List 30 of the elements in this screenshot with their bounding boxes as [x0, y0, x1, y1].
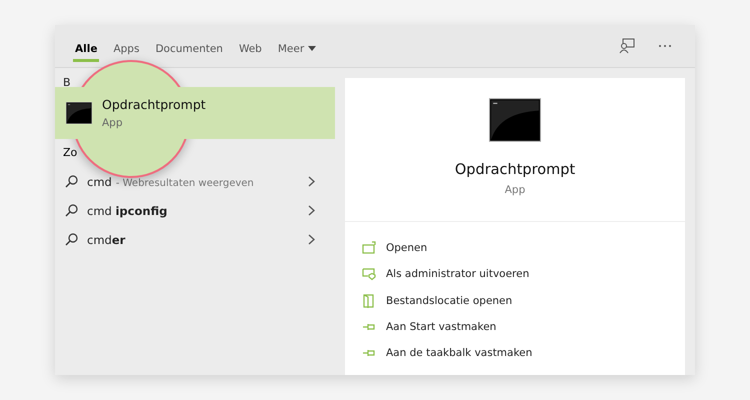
action-item[interactable]: Openen — [345, 235, 685, 262]
suggestion-item[interactable]: cmder — [55, 225, 335, 254]
tab[interactable]: Apps — [111, 38, 142, 62]
open-icon — [362, 241, 376, 256]
action-item[interactable]: Aan Start vastmaken — [345, 314, 685, 340]
chevron-icon — [308, 176, 315, 187]
search-icon — [65, 233, 78, 246]
section-header: B — [62, 75, 72, 87]
terminal-icon — [65, 102, 93, 124]
feedback-icon[interactable] — [619, 38, 635, 54]
tab[interactable]: Meer — [276, 38, 318, 62]
section-header: Zo — [62, 145, 78, 161]
search-icon — [65, 204, 78, 217]
folder-icon — [362, 294, 376, 308]
tab[interactable]: Alle — [73, 38, 100, 62]
admin-icon — [362, 267, 376, 282]
tab[interactable]: Web — [236, 38, 264, 62]
tab[interactable]: Documenten — [153, 38, 225, 62]
action-item[interactable]: Aan de taakbalk vastmaken — [345, 340, 685, 366]
suggestion-item[interactable]: cmd ipconfig — [55, 196, 335, 225]
app-title: Opdrachtprompt — [454, 162, 576, 178]
action-item[interactable]: Als administrator uitvoeren — [345, 261, 685, 288]
suggestion-item[interactable]: cmd - Webresultaten weergeven — [55, 167, 335, 196]
chevron-icon — [308, 234, 315, 245]
app-type: App — [504, 184, 526, 196]
action-item[interactable]: Bestandslocatie openen — [345, 288, 685, 314]
chevron-icon — [308, 205, 315, 216]
search-icon — [65, 175, 78, 188]
terminal-icon — [489, 98, 541, 142]
result-item[interactable]: Opdrachtprompt App — [55, 87, 335, 139]
